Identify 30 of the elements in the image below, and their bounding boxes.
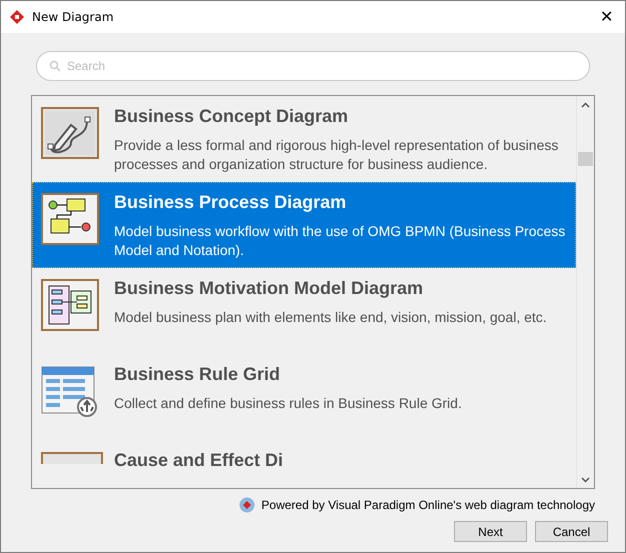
diagram-type-title: Business Rule Grid <box>114 364 282 385</box>
diagram-type-item[interactable]: Business Process Diagram Model business workflow with the use of OMG BPMN (Business Process Model and Notation). <box>32 182 576 268</box>
diagram-type-title: Business Process Diagram <box>114 192 348 213</box>
window-title: New Diagram <box>32 10 115 24</box>
scroll-down-icon[interactable] <box>581 477 590 483</box>
diagram-type-title: Business Motivation Model Diagram <box>114 278 424 299</box>
powered-by-text: Powered by Visual Paradigm Online's web diagram technology <box>261 498 595 512</box>
dialog-button[interactable]: Next <box>454 521 527 542</box>
diagram-type-title: Cause and Effect Di <box>114 450 284 471</box>
scrollbar[interactable] <box>576 96 594 488</box>
diagram-type-item[interactable]: Cause and Effect Di <box>32 440 576 488</box>
hierarchy-chart-icon <box>41 279 99 331</box>
diagram-type-item[interactable]: Business Rule Grid Collect and define business rules in Business Rule Grid. <box>32 354 576 440</box>
diagram-type-item[interactable]: Business Motivation Model Diagram Model business plan with elements like end, vision, mission, goal, etc. <box>32 268 576 354</box>
close-button[interactable]: ✕ <box>596 7 617 27</box>
scroll-thumb[interactable] <box>578 152 593 166</box>
diagram-type-description: Provide a less formal and rigorous high-level representation of business processes and organization structure for business audience. <box>114 136 560 174</box>
scroll-up-icon[interactable] <box>581 102 590 108</box>
app-logo-icon <box>10 10 24 24</box>
process-flow-icon <box>41 193 99 245</box>
dialog-button[interactable]: Cancel <box>535 521 608 542</box>
diagram-type-title: Business Concept Diagram <box>114 106 350 127</box>
search-field[interactable]: Search <box>36 51 590 81</box>
diagram-type-description: Model business plan with elements like end, vision, mission, goal, etc. <box>114 308 547 327</box>
globe-logo-icon <box>239 497 256 513</box>
diagram-type-description: Collect and define business rules in Business Rule Grid. <box>114 394 462 413</box>
pen-drawing-icon <box>41 107 99 159</box>
grid-table-icon <box>41 365 99 417</box>
diagram-type-item[interactable]: Business Concept Diagram Provide a less formal and rigorous high-level representation of business processes and organization structure for business audience. <box>32 96 576 182</box>
diagram-type-description: Model business workflow with the use of OMG BPMN (Business Process Model and Notation). <box>114 222 566 260</box>
